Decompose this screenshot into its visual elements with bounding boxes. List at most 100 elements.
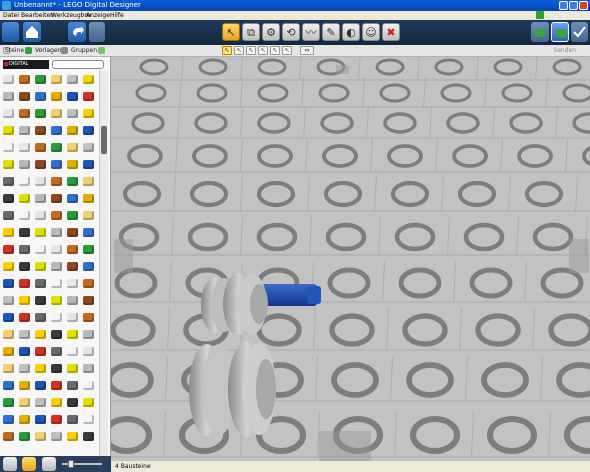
brick-thumbnail[interactable] — [35, 160, 46, 169]
brick-thumbnail[interactable] — [83, 347, 94, 356]
brick-thumbnail[interactable] — [19, 296, 30, 305]
brick-thumbnail[interactable] — [19, 160, 30, 169]
baseplate-view[interactable] — [111, 57, 590, 461]
brick-thumbnail[interactable] — [67, 262, 78, 271]
brick-thumbnail[interactable] — [19, 279, 30, 288]
brick-thumbnail[interactable] — [67, 296, 78, 305]
brick-thumbnail[interactable] — [35, 296, 46, 305]
brick-thumbnail[interactable] — [3, 177, 14, 186]
brick-thumbnail[interactable] — [83, 398, 94, 407]
brick-thumbnail[interactable] — [35, 92, 46, 101]
menu-file[interactable]: Datei — [3, 11, 19, 20]
brick-thumbnail[interactable] — [35, 432, 46, 441]
brick-thumbnail[interactable] — [83, 109, 94, 118]
brick-thumbnail[interactable] — [3, 228, 14, 237]
brick-thumbnail[interactable] — [51, 228, 62, 237]
brick-thumbnail[interactable] — [67, 364, 78, 373]
brick-thumbnail[interactable] — [51, 177, 62, 186]
nav-left-arrow[interactable] — [114, 239, 133, 273]
redo-icon[interactable] — [89, 22, 105, 42]
palette-scrollbar[interactable] — [99, 70, 108, 456]
tab-templates[interactable]: Vorlagen — [35, 45, 61, 57]
brick-thumbnail[interactable] — [19, 398, 30, 407]
brick-thumbnail[interactable] — [83, 177, 94, 186]
brick-thumbnail[interactable] — [51, 211, 62, 220]
brick-thumbnail[interactable] — [51, 330, 62, 339]
brick-thumbnail[interactable] — [3, 126, 14, 135]
brick-thumbnail[interactable] — [83, 432, 94, 441]
brick-thumbnail[interactable] — [35, 313, 46, 322]
submode-button-6[interactable]: ↖ — [282, 46, 292, 55]
brick-thumbnail[interactable] — [35, 381, 46, 390]
submode-button-5[interactable]: ↖ — [270, 46, 280, 55]
menu-view[interactable]: Anzeige — [86, 11, 110, 20]
brick-thumbnail[interactable] — [83, 245, 94, 254]
instructions-mode-icon[interactable] — [571, 22, 588, 42]
brick-thumbnail[interactable] — [83, 415, 94, 424]
build-mode-icon[interactable] — [531, 22, 549, 42]
brick-thumbnail[interactable] — [51, 194, 62, 203]
brick-thumbnail[interactable] — [3, 381, 14, 390]
zoom-knob[interactable] — [68, 460, 74, 468]
brick-thumbnail[interactable] — [3, 415, 14, 424]
brick-thumbnail[interactable] — [35, 262, 46, 271]
brick-thumbnail[interactable] — [3, 313, 14, 322]
brick-thumbnail[interactable] — [67, 381, 78, 390]
hinge-tool[interactable]: ⚙ — [262, 23, 280, 41]
brick-thumbnail[interactable] — [3, 245, 14, 254]
tab-groups[interactable]: Gruppen — [71, 45, 97, 57]
build-canvas[interactable] — [111, 57, 590, 461]
submode-button-4[interactable]: ↖ — [258, 46, 268, 55]
brick-thumbnail[interactable] — [67, 194, 78, 203]
brick-thumbnail[interactable] — [67, 177, 78, 186]
brick-thumbnail[interactable] — [67, 245, 78, 254]
brick-thumbnail[interactable] — [35, 245, 46, 254]
brick-thumbnail[interactable] — [35, 109, 46, 118]
brick-thumbnail[interactable] — [51, 381, 62, 390]
undo-icon[interactable] — [68, 22, 86, 42]
submode-button-2[interactable]: ↖ — [234, 46, 244, 55]
brick-thumbnail[interactable] — [83, 228, 94, 237]
brick-thumbnail[interactable] — [3, 160, 14, 169]
clone-tool[interactable]: ⧉ — [242, 23, 260, 41]
select-tool[interactable]: ↖ — [222, 23, 240, 41]
home-icon[interactable] — [23, 22, 41, 42]
brick-thumbnail[interactable] — [19, 313, 30, 322]
nav-right-arrow[interactable] — [569, 239, 589, 273]
brick-thumbnail[interactable] — [19, 75, 30, 84]
brick-thumbnail[interactable] — [51, 160, 62, 169]
brick-thumbnail[interactable] — [51, 296, 62, 305]
maximize-button[interactable] — [569, 1, 578, 10]
brick-thumbnail[interactable] — [67, 313, 78, 322]
brick-thumbnail[interactable] — [83, 313, 94, 322]
brick-thumbnail[interactable] — [67, 432, 78, 441]
view-mode-icon[interactable] — [551, 22, 569, 42]
brick-thumbnail[interactable] — [51, 415, 62, 424]
brick-thumbnail[interactable] — [83, 330, 94, 339]
brick-thumbnail[interactable] — [83, 143, 94, 152]
brick-thumbnail[interactable] — [67, 415, 78, 424]
brick-thumbnail[interactable] — [35, 228, 46, 237]
brick-thumbnail[interactable] — [19, 432, 30, 441]
brick-thumbnail[interactable] — [51, 398, 62, 407]
brick-thumbnail[interactable] — [35, 364, 46, 373]
nav-up-arrow[interactable] — [336, 65, 349, 74]
brick-thumbnail[interactable] — [83, 211, 94, 220]
brick-thumbnail[interactable] — [35, 330, 46, 339]
brick-thumbnail[interactable] — [51, 262, 62, 271]
brick-thumbnail[interactable] — [19, 194, 30, 203]
flex-tool[interactable]: 〰 — [302, 23, 320, 41]
brick-thumbnail[interactable] — [67, 126, 78, 135]
brick-thumbnail[interactable] — [67, 92, 78, 101]
brick-thumbnail[interactable] — [51, 347, 62, 356]
brick-thumbnail[interactable] — [83, 75, 94, 84]
brick-thumbnail[interactable] — [51, 279, 62, 288]
hide-tool[interactable]: ◐ — [342, 23, 360, 41]
hinge-align-tool[interactable]: ⟲ — [282, 23, 300, 41]
brick-thumbnail[interactable] — [67, 330, 78, 339]
brick-thumbnail[interactable] — [3, 109, 14, 118]
brick-thumbnail[interactable] — [3, 330, 14, 339]
brick-thumbnail[interactable] — [19, 109, 30, 118]
brick-thumbnail[interactable] — [19, 415, 30, 424]
delete-tool[interactable]: ✖ — [382, 23, 400, 41]
